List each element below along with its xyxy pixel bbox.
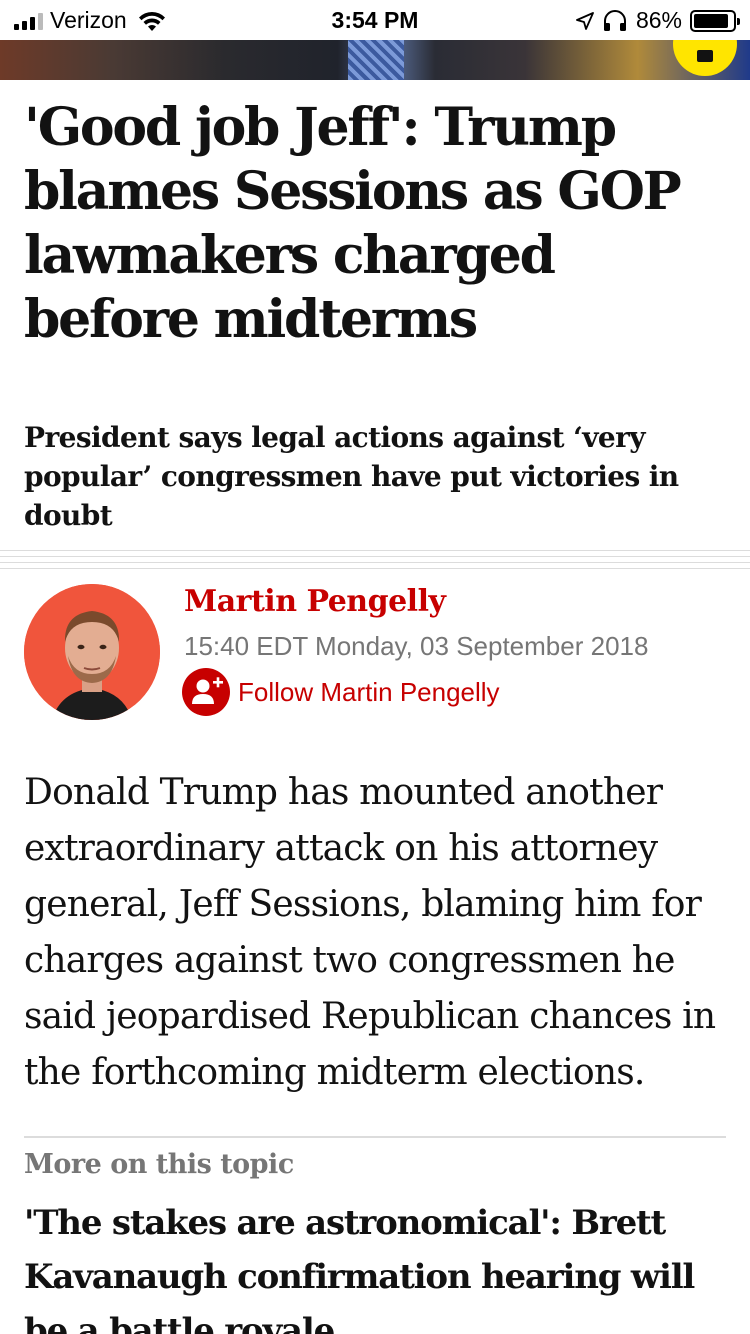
add-person-icon (182, 668, 230, 716)
hero-image (0, 40, 750, 80)
battery-percent: 86% (635, 7, 682, 33)
follow-author-button[interactable]: Follow Martin Pengelly (182, 668, 500, 716)
author-name-link[interactable]: Martin Pengelly (184, 584, 446, 619)
battery-icon (690, 9, 740, 32)
location-icon (576, 11, 594, 30)
article-dateline: 15:40 EDT Monday, 03 September 2018 (184, 631, 649, 661)
author-avatar[interactable] (24, 584, 160, 720)
section-divider (0, 550, 750, 572)
related-section-label: More on this topic (24, 1149, 294, 1180)
article-headline: 'Good job Jeff': Trump blames Sessions a… (24, 97, 682, 350)
article-body-paragraph: Donald Trump has mounted another extraor… (24, 772, 716, 1093)
related-divider (24, 1136, 726, 1138)
status-bar: Verizon 3:54 PM 86% (0, 0, 750, 40)
status-bar-right: 86% (576, 7, 740, 34)
related-article-link[interactable]: 'The stakes are astronomical': Brett Kav… (24, 1196, 726, 1334)
hero-image-detail (348, 40, 404, 80)
article-standfirst: President says legal actions against ‘ve… (24, 421, 679, 532)
follow-author-label: Follow Martin Pengelly (238, 676, 500, 707)
headphones-icon (603, 9, 626, 31)
support-badge-icon[interactable] (673, 40, 737, 76)
